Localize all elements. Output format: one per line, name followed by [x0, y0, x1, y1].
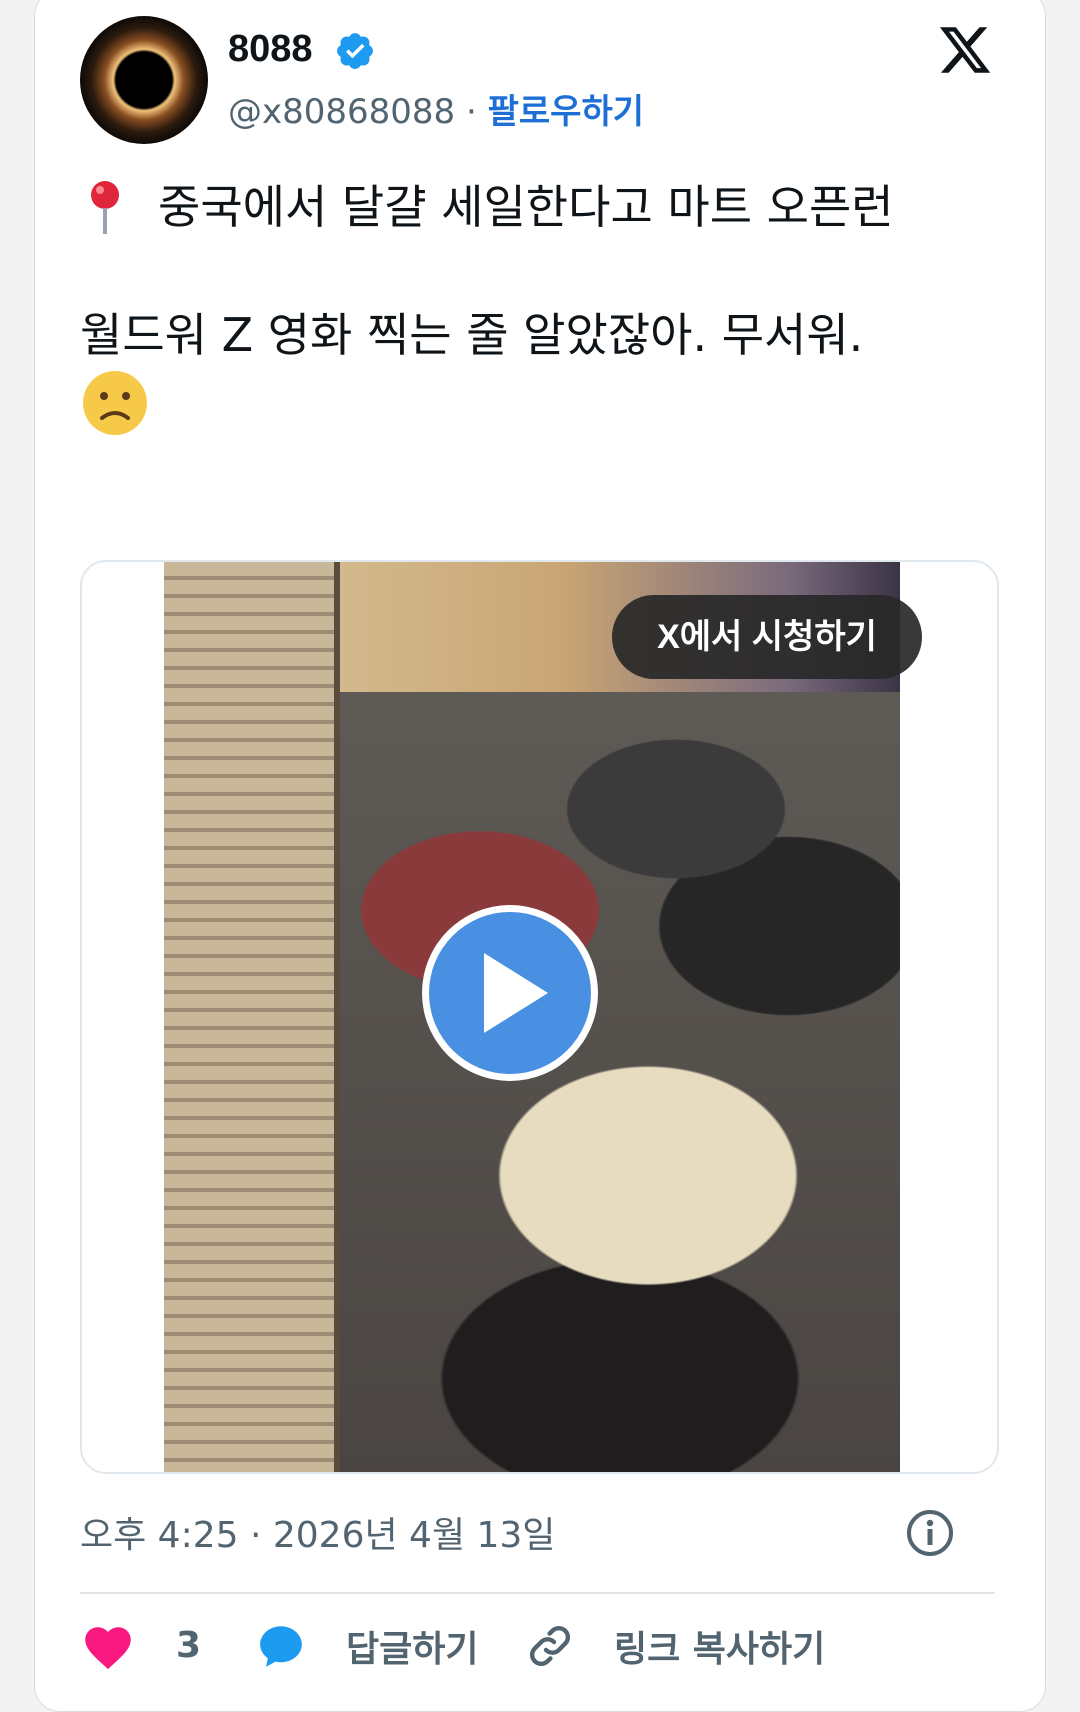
play-button[interactable] — [422, 905, 598, 1081]
timestamp[interactable]: 오후 4:25 · 2026년 4월 13일 — [80, 1506, 555, 1558]
reply-button[interactable]: 답글하기 — [256, 1620, 478, 1672]
info-icon[interactable] — [905, 1508, 955, 1558]
separator: · — [466, 92, 477, 132]
tweet-line-1: 중국에서 달걀 세일한다고 마트 오픈런 — [158, 180, 894, 234]
tweet-line-2: 월드워 Z 영화 찍는 줄 알았잖아. 무서워. — [80, 308, 864, 362]
author-name[interactable]: 8088 — [228, 28, 313, 71]
author-handle[interactable]: @x80868088 — [228, 92, 455, 132]
reply-icon — [260, 1626, 302, 1667]
action-bar: 3 답글하기 링크 복사하기 — [80, 1620, 995, 1680]
pin-icon — [80, 175, 130, 239]
thumbnail-shutter — [164, 562, 340, 1472]
copy-link-button[interactable]: 링크 복사하기 — [526, 1620, 825, 1672]
handle-row: @x80868088 · 팔로우하기 — [228, 84, 644, 133]
verified-badge-icon — [334, 30, 376, 72]
follow-button[interactable]: 팔로우하기 — [488, 92, 644, 132]
copy-link-label: 링크 복사하기 — [614, 1629, 826, 1670]
divider — [80, 1592, 995, 1594]
tweet-text: 중국에서 달걀 세일한다고 마트 오픈런 월드워 Z 영화 찍는 줄 알았잖아.… — [80, 175, 960, 438]
like-button[interactable]: 3 — [80, 1620, 201, 1670]
watch-on-x-button[interactable]: X에서 시청하기 — [612, 595, 922, 679]
heart-icon — [85, 1627, 131, 1670]
play-icon — [484, 953, 548, 1033]
thumbnail-crowd — [340, 692, 900, 1472]
x-logo-icon[interactable] — [936, 22, 994, 78]
frown-emoji-icon — [80, 368, 150, 438]
link-icon — [529, 1625, 571, 1667]
video-media[interactable]: X에서 시청하기 — [80, 560, 999, 1474]
avatar[interactable] — [80, 16, 208, 144]
like-count: 3 — [176, 1624, 202, 1666]
reply-label: 답글하기 — [346, 1629, 479, 1670]
